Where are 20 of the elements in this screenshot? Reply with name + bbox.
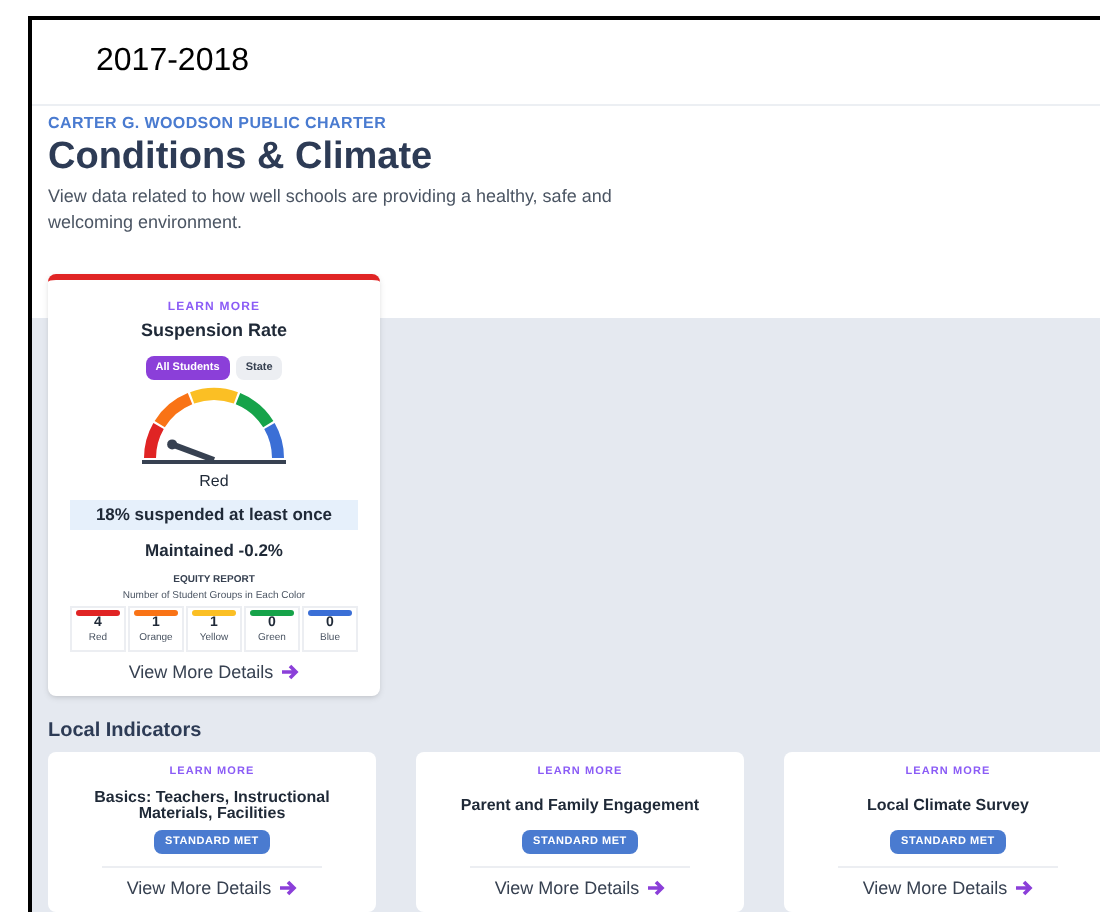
card-title: Suspension Rate: [140, 317, 287, 344]
change-label: Maintained -0.2%: [145, 538, 283, 564]
section-heading: Local Indicators: [48, 718, 204, 746]
page-description: View data related to how well schools are providing a healthy, safe and welcoming environment.: [48, 183, 614, 235]
view-details-link[interactable]: View More Details: [862, 875, 1034, 902]
arrow-right-icon: [279, 880, 298, 897]
page-title: Conditions & Climate: [48, 135, 435, 179]
school-name: CARTER G. WOODSON PUBLIC CHARTER: [48, 111, 389, 135]
year-label: 2017-2018: [96, 41, 250, 82]
card-title: Local Climate Survey: [865, 794, 1031, 818]
arrow-right-icon: [647, 880, 666, 897]
rate-highlight: 18% suspended at least once: [70, 500, 358, 531]
view-details-link[interactable]: View More Details: [126, 875, 298, 902]
card-title: Parent and Family Engagement: [458, 794, 702, 818]
arrow-right-icon: [281, 664, 300, 681]
arrow-right-icon: [1015, 880, 1034, 897]
status-label: Red: [199, 470, 229, 495]
view-details-link[interactable]: View More Details: [128, 659, 300, 686]
view-details-link[interactable]: View More Details: [494, 875, 666, 902]
card-title: Basics: Teachers, Instructional Materials, Facilities: [92, 786, 332, 827]
